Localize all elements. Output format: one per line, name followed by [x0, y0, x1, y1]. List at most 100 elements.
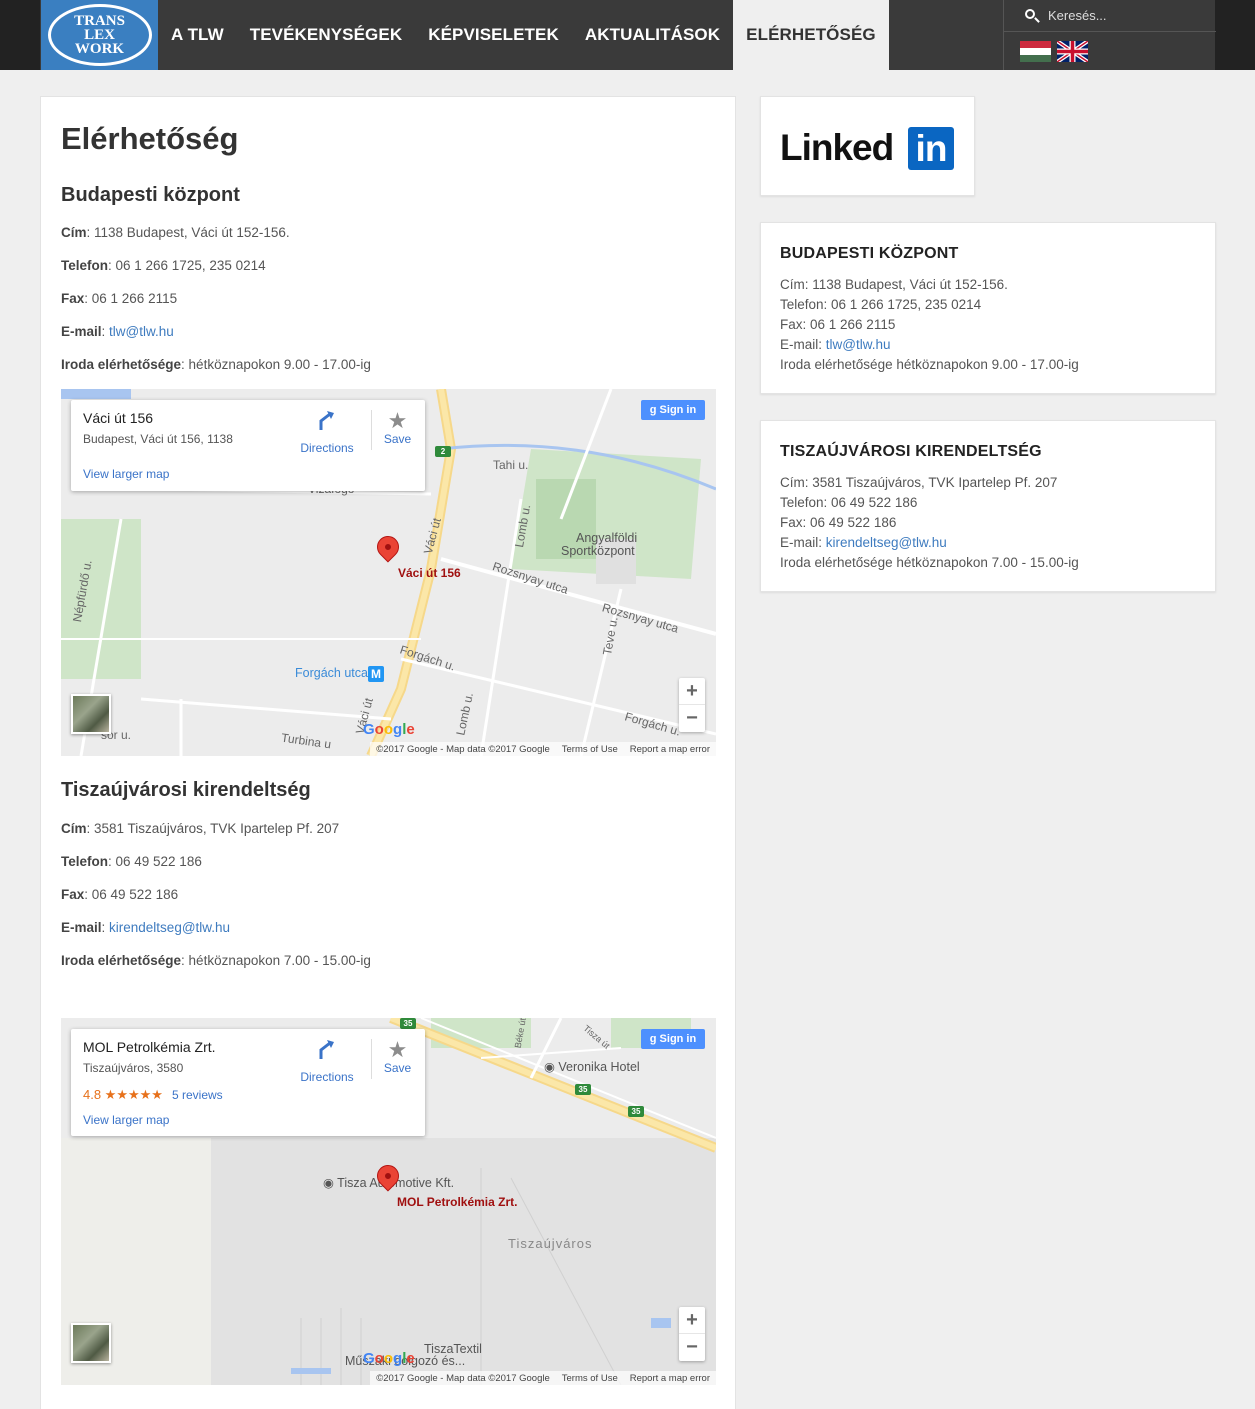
nav-item-tevekenysegek[interactable]: TEVÉKENYSÉGEK [237, 0, 415, 70]
budapest-address: Cím: 1138 Budapest, Váci út 152-156. [61, 225, 290, 240]
map-metro-stop-label: Forgách utca [295, 666, 368, 680]
metro-icon: M [368, 666, 384, 682]
save-label: Save [383, 432, 412, 446]
nav-item-tlw[interactable]: A TLW [158, 0, 237, 70]
view-larger-map-link[interactable]: View larger map [83, 467, 169, 481]
zoom-out-button[interactable]: − [679, 1334, 705, 1361]
map-zoom-controls: + − [679, 1307, 705, 1361]
linkedin-badge[interactable]: Linked in [760, 96, 975, 196]
sidebar-tiszaujvaros-email-link[interactable]: kirendeltseg@tlw.hu [826, 535, 947, 550]
sidebar-budapest-phone: Telefon: 06 1 266 1725, 235 0214 [780, 297, 982, 312]
tiszaujvaros-map[interactable]: 35 35 35 Béke út Tisza út ◉ Veronika Hot… [61, 1018, 716, 1385]
tiszaujvaros-heading: Tiszaújvárosi kirendeltség [61, 779, 311, 801]
sidebar-budapest-title: BUDAPESTI KÖZPONT [780, 245, 959, 262]
google-logo: Google [363, 1350, 415, 1367]
budapest-map[interactable]: 2 Tahi u. Váci út Lomb u. Angyalföldi Sp… [61, 389, 716, 756]
search-row [1004, 0, 1216, 32]
tiszaujvaros-email: E-mail: kirendeltseg@tlw.hu [61, 920, 231, 935]
nav-item-kepviseletek[interactable]: KÉPVISELETEK [415, 0, 572, 70]
directions-label: Directions [300, 1070, 354, 1084]
road-number-35-b: 35 [575, 1084, 591, 1095]
sidebar-budapest-hours: Iroda elérhetősége hétköznapokon 9.00 - … [780, 357, 1079, 372]
site-logo[interactable]: TRANS LEX WORK [41, 0, 158, 70]
logo-text-trans: TRANS [74, 13, 125, 29]
main-nav: A TLW TEVÉKENYSÉGEK KÉPVISELETEK AKTUALI… [158, 0, 889, 70]
zoom-in-button[interactable]: + [679, 1307, 705, 1334]
budapest-heading: Budapesti központ [61, 184, 240, 206]
map-zoom-controls: + − [679, 678, 705, 732]
map-place-card: MOL Petrolkémia Zrt. Tiszaújváros, 3580 … [71, 1029, 425, 1136]
english-flag-icon[interactable] [1057, 41, 1088, 62]
map-place-title: Váci út 156 [83, 410, 154, 426]
sidebar-budapest-fax: Fax: 06 1 266 2115 [780, 317, 896, 332]
tiszaujvaros-address: Cím: 3581 Tiszaújváros, TVK Ipartelep Pf… [61, 821, 340, 836]
topbar-left-edge [0, 0, 40, 70]
sidebar-budapest-card: BUDAPESTI KÖZPONT Cím: 1138 Budapest, Vá… [760, 222, 1216, 394]
budapest-email: E-mail: tlw@tlw.hu [61, 324, 174, 339]
logo-text-work: WORK [74, 41, 125, 57]
road-number-2: 2 [435, 446, 451, 457]
sidebar-tiszaujvaros-address: Cím: 3581 Tiszaújváros, TVK Ipartelep Pf… [780, 475, 1058, 490]
logo-text-lex: LEX [84, 27, 115, 43]
search-panel [1003, 0, 1216, 70]
directions-button[interactable]: Directions [299, 1039, 355, 1084]
search-input[interactable] [1048, 8, 1198, 23]
sidebar-tiszaujvaros-email: E-mail: kirendeltseg@tlw.hu [780, 535, 947, 550]
map-label-tahi: Tahi u. [493, 458, 529, 472]
map-copyright: ©2017 Google - Map data ©2017 Google [376, 1372, 550, 1384]
budapest-phone: Telefon: 06 1 266 1725, 235 0214 [61, 258, 266, 273]
road-number-35-a: 35 [400, 1018, 416, 1029]
map-report-link[interactable]: Report a map error [630, 744, 710, 755]
directions-label: Directions [300, 441, 354, 455]
nav-item-aktualitasok[interactable]: AKTUALITÁSOK [572, 0, 733, 70]
sidebar-tiszaujvaros-hours: Iroda elérhetősége hétköznapokon 7.00 - … [780, 555, 1079, 570]
map-terms-link[interactable]: Terms of Use [562, 744, 618, 755]
map-place-card: Váci út 156 Budapest, Váci út 156, 1138 … [71, 400, 425, 491]
map-place-title: MOL Petrolkémia Zrt. [83, 1039, 216, 1055]
directions-button[interactable]: Directions [299, 410, 355, 455]
map-poi-angyalfoldi: Angyalföldi [576, 531, 638, 545]
sidebar-budapest-email-link[interactable]: tlw@tlw.hu [826, 337, 891, 352]
road-number-35-c: 35 [628, 1106, 644, 1117]
logo-mark: TRANS LEX WORK [47, 4, 152, 66]
sidebar-tiszaujvaros-fax: Fax: 06 49 522 186 [780, 515, 897, 530]
zoom-in-button[interactable]: + [679, 678, 705, 705]
place-rating: 4.8 ★★★★★ [83, 1087, 163, 1102]
language-switcher [1020, 41, 1088, 62]
map-copyright: ©2017 Google - Map data ©2017 Google [376, 743, 550, 755]
nav-item-elerhetoseg[interactable]: ELÉRHETŐSÉG [733, 0, 889, 70]
star-icon: ★ [387, 408, 408, 433]
save-button[interactable]: ★ Save [371, 1039, 423, 1079]
map-terms-link[interactable]: Terms of Use [562, 1373, 618, 1384]
star-icon: ★ [387, 1037, 408, 1062]
satellite-toggle[interactable] [71, 1323, 111, 1363]
topbar-right-edge [1215, 0, 1255, 70]
map-signin-button[interactable]: g Sign in [641, 400, 705, 420]
map-report-link[interactable]: Report a map error [630, 1373, 710, 1384]
map-place-address: Budapest, Váci út 156, 1138 [83, 432, 233, 446]
map-footer: ©2017 Google - Map data ©2017 Google Ter… [370, 1371, 716, 1385]
map-place-address: Tiszaújváros, 3580 [83, 1061, 184, 1075]
map-signin-button[interactable]: g Sign in [641, 1029, 705, 1049]
google-logo: Google [363, 721, 415, 738]
sidebar-tiszaujvaros-card: TISZAÚJVÁROSI KIRENDELTSÉG Cím: 3581 Tis… [760, 420, 1216, 592]
sidebar-budapest-email: E-mail: tlw@tlw.hu [780, 337, 891, 352]
satellite-toggle[interactable] [71, 694, 111, 734]
zoom-out-button[interactable]: − [679, 705, 705, 732]
budapest-email-link[interactable]: tlw@tlw.hu [109, 324, 174, 339]
hungarian-flag-icon[interactable] [1020, 41, 1051, 62]
sidebar-tiszaujvaros-title: TISZAÚJVÁROSI KIRENDELTSÉG [780, 443, 1042, 460]
reviews-link[interactable]: 5 reviews [172, 1088, 223, 1102]
map-poi-sportkozpont: Sportközpont [561, 544, 635, 558]
top-navigation-bar: TRANS LEX WORK A TLW TEVÉKENYSÉGEK KÉPVI… [0, 0, 1255, 70]
map-marker-label: Váci út 156 [398, 566, 461, 580]
map-marker-label: MOL Petrolkémia Zrt. [397, 1195, 518, 1209]
save-button[interactable]: ★ Save [371, 410, 423, 450]
tiszaujvaros-hours: Iroda elérhetősége: hétköznapokon 7.00 -… [61, 953, 371, 968]
view-larger-map-link[interactable]: View larger map [83, 1113, 169, 1127]
tiszaujvaros-phone: Telefon: 06 49 522 186 [61, 854, 202, 869]
main-content: Elérhetőség Budapesti központ Cím: 1138 … [40, 96, 736, 1409]
sidebar-budapest-address: Cím: 1138 Budapest, Váci út 152-156. [780, 277, 1008, 292]
search-icon[interactable] [1024, 8, 1040, 24]
tiszaujvaros-email-link[interactable]: kirendeltseg@tlw.hu [109, 920, 230, 935]
